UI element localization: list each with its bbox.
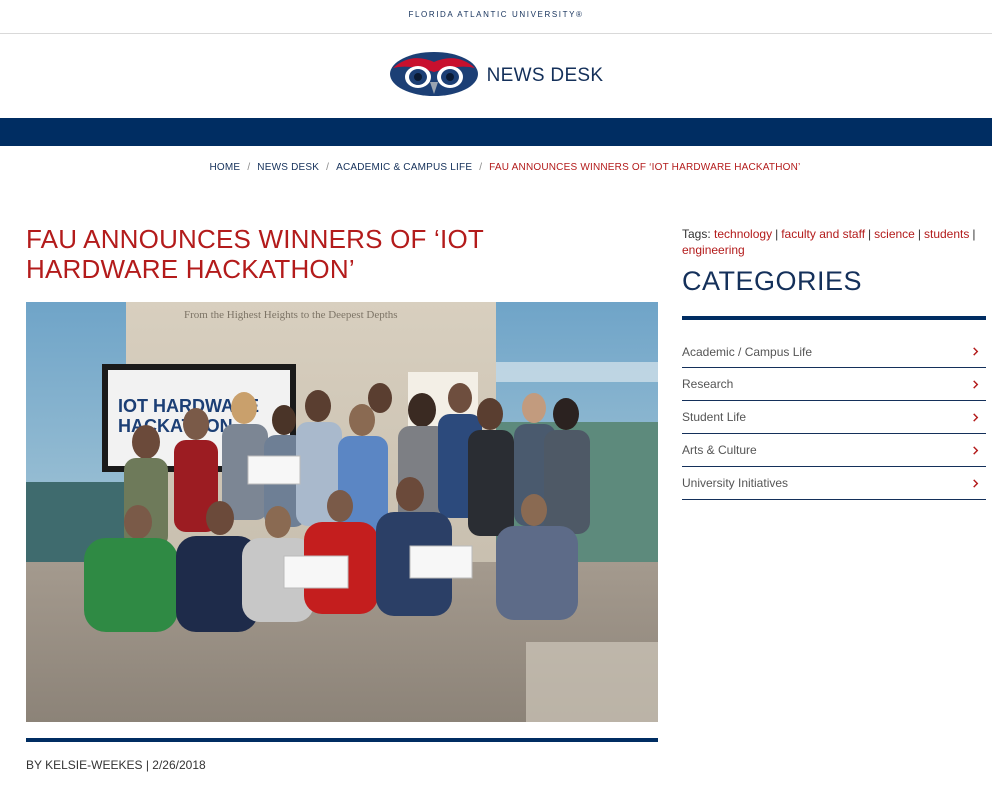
category-student-life[interactable]: Student Life [682, 401, 986, 434]
chevron-right-icon [973, 347, 979, 356]
owl-logo-icon [389, 48, 479, 105]
breadcrumb-news-desk[interactable]: NEWS DESK [257, 162, 319, 173]
category-label: Arts & Culture [682, 443, 757, 457]
breadcrumb-separator: / [479, 162, 483, 173]
category-academic-campus-life[interactable]: Academic / Campus Life [682, 336, 986, 368]
category-label: Academic / Campus Life [682, 344, 813, 359]
chevron-right-icon [973, 379, 979, 389]
breadcrumb: HOME / NEWS DESK / ACADEMIC & CAMPUS LIFE / FA… [0, 162, 992, 173]
breadcrumb-academic-campus-life[interactable]: ACADEMIC & CAMPUS LIFE [336, 162, 472, 173]
article-title-line-1: FAU ANNOUNCES WINNERS OF ‘IOT [26, 224, 484, 254]
tag-faculty-and-staff[interactable]: faculty and staff [781, 227, 865, 241]
article-title-line-2: HARDWARE HACKATHON’ [26, 254, 355, 284]
wall-text: From the Highest Heights to the Deepest … [184, 309, 398, 321]
article-title: FAU ANNOUNCES WINNERS OF ‘IOT HARDWARE H… [26, 224, 586, 284]
breadcrumb-home[interactable]: HOME [210, 162, 241, 173]
article-divider [26, 738, 658, 742]
breadcrumb-separator: / [247, 162, 251, 173]
chevron-right-icon [973, 412, 979, 422]
category-label: University Initiatives [682, 476, 789, 490]
news-desk-home-link[interactable]: NEWS DESK [389, 48, 604, 105]
chevron-right-icon [973, 445, 979, 455]
navigation-bar [0, 118, 992, 146]
site-header: NEWS DESK [0, 34, 992, 118]
categories-divider [682, 316, 986, 320]
university-link[interactable]: FLORIDA ATLANTIC UNIVERSITY® [408, 10, 583, 19]
categories-list: Academic / Campus Life Research Student … [682, 336, 986, 500]
category-label: Research [682, 377, 734, 391]
tag-technology[interactable]: technology [714, 227, 772, 241]
category-university-initiatives[interactable]: University Initiatives [682, 467, 986, 500]
breadcrumb-separator: / [326, 162, 330, 173]
chevron-right-icon [973, 478, 979, 488]
breadcrumb-current: FAU ANNOUNCES WINNERS OF ‘IOT HARDWARE H… [489, 162, 801, 173]
tags-label: Tags: [682, 227, 711, 241]
categories-heading: CATEGORIES [682, 266, 863, 296]
category-research[interactable]: Research [682, 368, 986, 401]
top-bar: FLORIDA ATLANTIC UNIVERSITY® [0, 0, 992, 34]
article-photo: From the Highest Heights to the Deepest … [26, 302, 658, 722]
news-desk-title: NEWS DESK [486, 65, 604, 86]
category-label: Student Life [682, 410, 747, 424]
tags-list: Tags: technology | faculty and staff | scien… [682, 227, 976, 257]
tag-students[interactable]: students [924, 227, 969, 241]
tag-engineering[interactable]: engineering [682, 243, 745, 257]
category-arts-culture[interactable]: Arts & Culture [682, 434, 986, 467]
tag-science[interactable]: science [874, 227, 915, 241]
article-byline: BY KELSIE-WEEKES | 2/26/2018 [26, 758, 206, 772]
